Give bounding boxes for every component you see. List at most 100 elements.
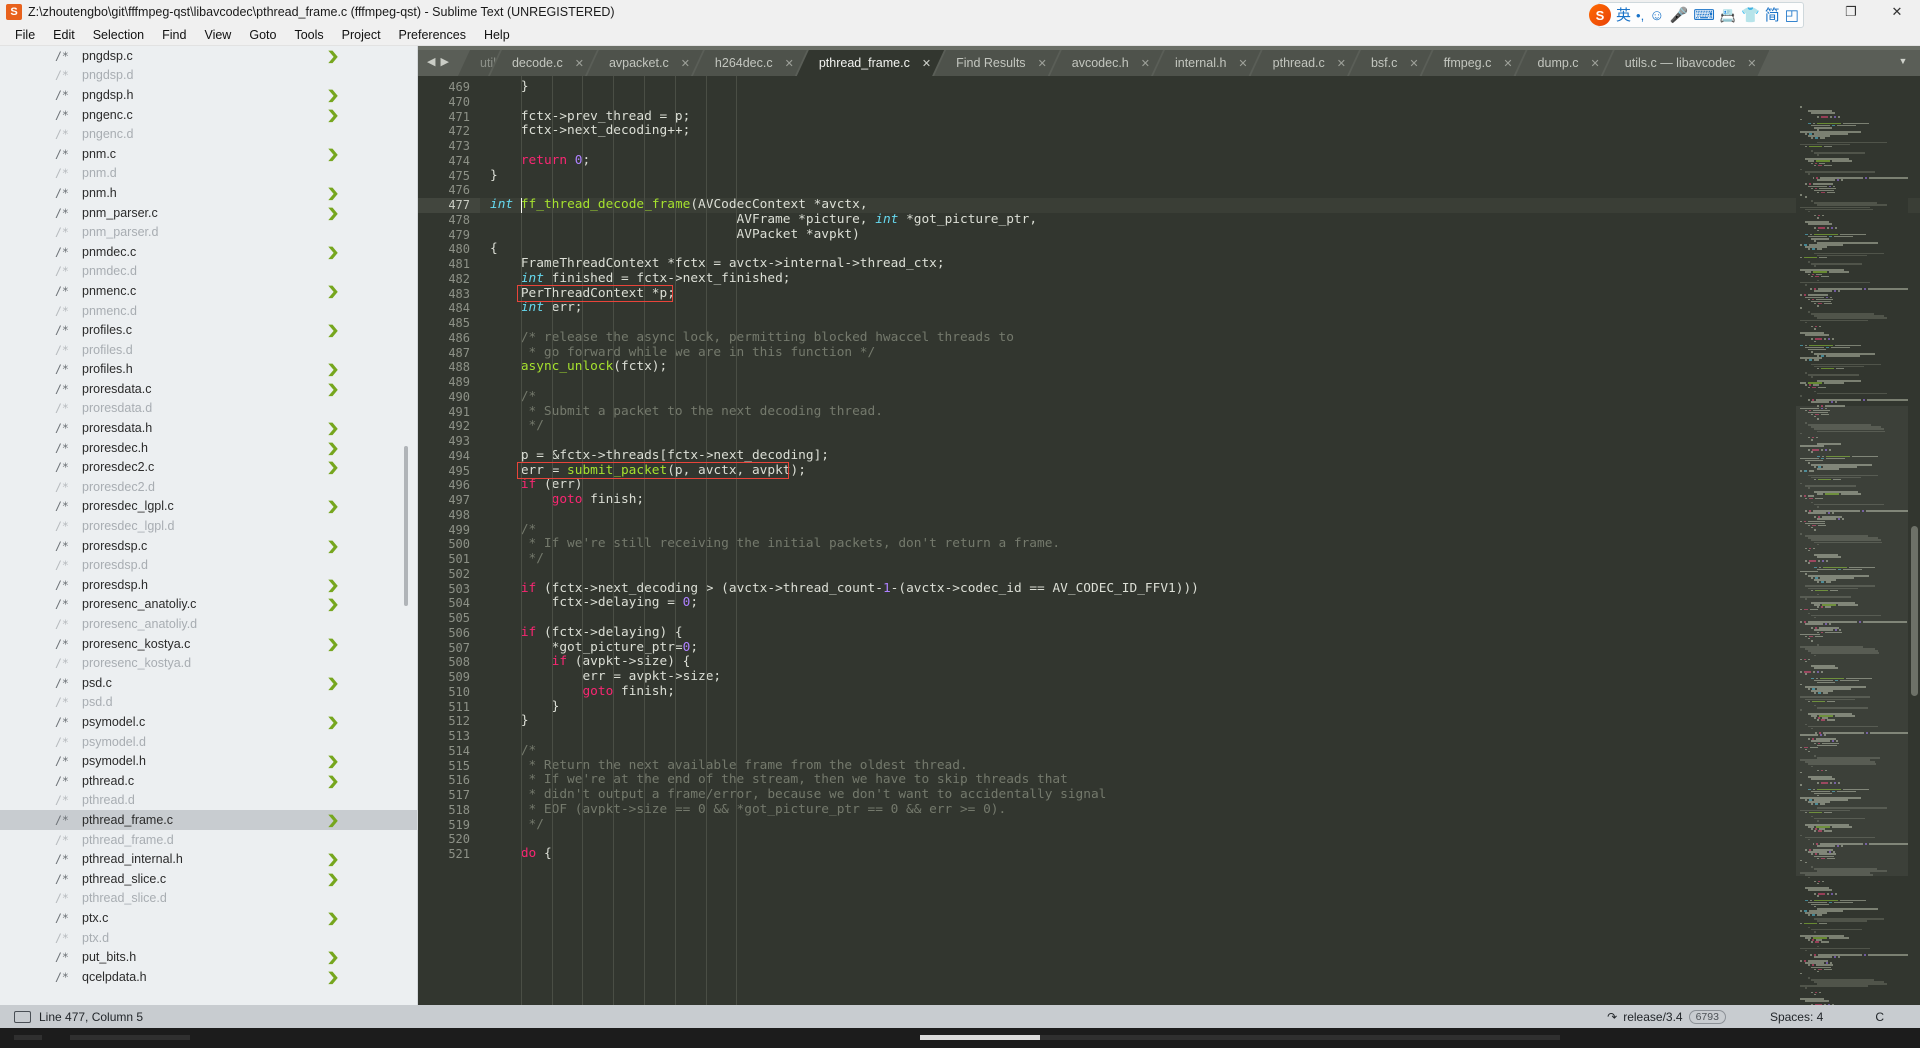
- tab-overflow-icon[interactable]: ▼: [1886, 46, 1920, 76]
- code-line[interactable]: fctx->delaying = 0;: [480, 595, 1920, 611]
- code-line[interactable]: [480, 95, 1920, 110]
- sidebar-file-item[interactable]: /* ptx.d: [0, 928, 418, 948]
- code-line[interactable]: * Submit a packet to the next decoding t…: [480, 404, 1920, 420]
- sidebar-file-item[interactable]: /* psd.c ❯: [0, 673, 418, 693]
- code-line[interactable]: err = submit_packet(p, avctx, avpkt);: [480, 463, 1920, 479]
- code-line[interactable]: AVPacket *avpkt): [480, 227, 1920, 243]
- sidebar-file-item[interactable]: /* proresdec2.c ❯: [0, 457, 418, 477]
- code-line[interactable]: fctx->prev_thread = p;: [480, 109, 1920, 125]
- code-line[interactable]: * didn't output a frame/error, because w…: [480, 787, 1920, 803]
- code-line[interactable]: int ff_thread_decode_frame(AVCodecContex…: [480, 197, 1920, 213]
- sidebar-file-list[interactable]: /* pngdsp.c ❯ /* pngdsp.d /* pngdsp.h ❯ /* pngenc…: [0, 46, 418, 987]
- editor-tab[interactable]: decode.c ✕: [490, 50, 597, 76]
- ime-clipboard-icon[interactable]: 📇: [1720, 9, 1736, 22]
- menu-item-goto[interactable]: Goto: [240, 26, 285, 44]
- sidebar-file-item[interactable]: /* proresdata.h ❯: [0, 418, 418, 438]
- sidebar-file-item[interactable]: /* proresenc_kostya.d: [0, 653, 418, 673]
- code-line[interactable]: [480, 729, 1920, 744]
- code-line[interactable]: */: [480, 551, 1920, 567]
- sidebar-file-item[interactable]: /* pthread_frame.d: [0, 830, 418, 850]
- restore-button[interactable]: ❐: [1828, 0, 1874, 24]
- sidebar-file-item[interactable]: /* pngenc.d: [0, 124, 418, 144]
- sidebar-file-item[interactable]: /* proresdata.d: [0, 399, 418, 419]
- code-line[interactable]: if (avpkt->size) {: [480, 654, 1920, 670]
- close-button[interactable]: ✕: [1874, 0, 1920, 24]
- editor-tab[interactable]: h264dec.c ✕: [693, 50, 807, 76]
- sidebar-file-item[interactable]: /* pnm_parser.d: [0, 222, 418, 242]
- sidebar-file-item[interactable]: /* pnmdec.d: [0, 262, 418, 282]
- console-toggle-icon[interactable]: [14, 1010, 31, 1023]
- code-line[interactable]: int finished = fctx->next_finished;: [480, 271, 1920, 287]
- sidebar-file-item[interactable]: /* psymodel.h ❯: [0, 751, 418, 771]
- code-line[interactable]: * go forward while we are in this functi…: [480, 345, 1920, 361]
- code-line[interactable]: if (fctx->delaying) {: [480, 625, 1920, 641]
- sidebar-file-item[interactable]: /* proresdsp.d: [0, 555, 418, 575]
- ime-punctuation-icon[interactable]: •,: [1636, 9, 1644, 22]
- code-line[interactable]: }: [480, 699, 1920, 715]
- code-line[interactable]: PerThreadContext *p;: [480, 286, 1920, 302]
- taskbar-item[interactable]: [70, 1035, 190, 1040]
- code-line[interactable]: [480, 183, 1920, 198]
- sidebar-file-item[interactable]: /* pngdsp.h ❯: [0, 85, 418, 105]
- editor-tab[interactable]: dump.c ✕: [1516, 50, 1613, 76]
- code-line[interactable]: if (fctx->next_decoding > (avctx->thread…: [480, 581, 1920, 597]
- code-line[interactable]: * If we're at the end of the stream, the…: [480, 772, 1920, 788]
- sidebar-file-item[interactable]: /* pthread_slice.c ❯: [0, 869, 418, 889]
- code-line[interactable]: AVFrame *picture, int *got_picture_ptr,: [480, 212, 1920, 228]
- syntax-mode[interactable]: C: [1849, 1010, 1910, 1024]
- indentation-setting[interactable]: Spaces: 4: [1744, 1010, 1849, 1024]
- minimap-viewport[interactable]: [1796, 406, 1908, 876]
- code-line[interactable]: err = avpkt->size;: [480, 669, 1920, 685]
- editor-tab[interactable]: ffmpeg.c ✕: [1422, 50, 1526, 76]
- code-line[interactable]: */: [480, 817, 1920, 833]
- code-line[interactable]: /*: [480, 743, 1920, 759]
- code-line[interactable]: */: [480, 418, 1920, 434]
- code-line[interactable]: [480, 567, 1920, 582]
- tab-close-icon[interactable]: ✕: [1038, 57, 1047, 70]
- sidebar-scrollbar[interactable]: [404, 46, 408, 1025]
- taskbar-item[interactable]: [14, 1035, 42, 1040]
- sidebar-file-item[interactable]: /* pnmenc.d: [0, 301, 418, 321]
- sidebar-file-item[interactable]: /* put_bits.h ❯: [0, 947, 418, 967]
- editor-tab[interactable]: avcodec.h ✕: [1050, 50, 1163, 76]
- sidebar-file-item[interactable]: /* pthread_slice.d: [0, 889, 418, 909]
- code-line[interactable]: p = &fctx->threads[fctx->next_decoding];: [480, 448, 1920, 464]
- ime-skin-icon[interactable]: 👕: [1741, 8, 1760, 23]
- sidebar-file-item[interactable]: /* pngenc.c ❯: [0, 105, 418, 125]
- code-line[interactable]: async_unlock(fctx);: [480, 359, 1920, 375]
- taskbar-item[interactable]: [1040, 1035, 1560, 1040]
- sidebar-file-item[interactable]: /* pthread_frame.c ❯: [0, 810, 418, 830]
- code-line[interactable]: [480, 139, 1920, 154]
- sidebar-file-item[interactable]: /* pnmenc.c ❯: [0, 281, 418, 301]
- code-line[interactable]: goto finish;: [480, 492, 1920, 508]
- code-line[interactable]: int err;: [480, 300, 1920, 316]
- sidebar-file-item[interactable]: /* proresenc_anatoliy.c ❯: [0, 595, 418, 615]
- code-text[interactable]: } fctx->prev_thread = p; fctx->next_deco…: [480, 76, 1920, 1025]
- tab-close-icon[interactable]: ✕: [1503, 57, 1512, 70]
- tab-close-icon[interactable]: ✕: [1591, 57, 1600, 70]
- menu-item-find[interactable]: Find: [153, 26, 195, 44]
- sidebar-file-item[interactable]: /* pnm_parser.c ❯: [0, 203, 418, 223]
- editor-tab[interactable]: avpacket.c ✕: [587, 50, 703, 76]
- code-line[interactable]: goto finish;: [480, 684, 1920, 700]
- editor-tab[interactable]: Find Results ✕: [934, 50, 1060, 76]
- code-line[interactable]: fctx->next_decoding++;: [480, 123, 1920, 139]
- sidebar-file-item[interactable]: /* pthread.d: [0, 791, 418, 811]
- code-line[interactable]: FrameThreadContext *fctx = avctx->intern…: [480, 256, 1920, 272]
- sidebar-file-item[interactable]: /* proresdsp.c ❯: [0, 536, 418, 556]
- code-line[interactable]: * EOF (avpkt->size == 0 && *got_picture_…: [480, 802, 1920, 818]
- sidebar-file-item[interactable]: /* profiles.d: [0, 340, 418, 360]
- tab-close-icon[interactable]: ✕: [1141, 57, 1150, 70]
- ime-simplified-icon[interactable]: 简: [1765, 8, 1780, 23]
- editor-tab[interactable]: utils.c — libavcodec ✕: [1603, 50, 1770, 76]
- tab-prev-icon[interactable]: ◀: [427, 55, 435, 68]
- tab-close-icon[interactable]: ✕: [922, 57, 931, 70]
- code-line[interactable]: {: [480, 241, 1920, 257]
- sidebar-scrollbar-thumb[interactable]: [404, 446, 408, 606]
- tab-close-icon[interactable]: ✕: [1747, 57, 1756, 70]
- code-line[interactable]: [480, 832, 1920, 847]
- tab-close-icon[interactable]: ✕: [1337, 57, 1346, 70]
- sidebar-file-item[interactable]: /* ptx.c ❯: [0, 908, 418, 928]
- sidebar-file-item[interactable]: /* pthread.c ❯: [0, 771, 418, 791]
- code-line[interactable]: /*: [480, 389, 1920, 405]
